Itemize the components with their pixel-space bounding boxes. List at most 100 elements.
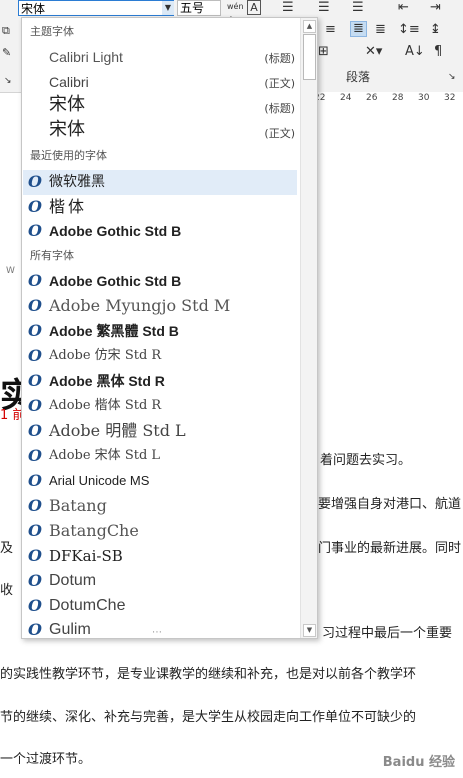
dropdown-scrollbar[interactable]: ▲ ▼ — [300, 18, 317, 638]
opentype-icon: O — [28, 446, 42, 465]
resize-grip-icon[interactable]: ⋯ — [152, 627, 163, 638]
font-item-arial-unicode[interactable]: O Arial Unicode MS — [23, 469, 297, 494]
opentype-icon: O — [28, 221, 42, 240]
font-item-dotum[interactable]: O Dotum — [23, 569, 297, 594]
character-border-icon[interactable]: A — [247, 0, 261, 15]
clipboard-launcher-icon[interactable]: ↘ — [4, 74, 12, 88]
font-item-adobe-heiti[interactable]: O Adobe 黑体 Std R — [23, 369, 297, 394]
bullet-list-icon[interactable]: ☰ — [282, 1, 294, 15]
numbered-list-icon[interactable]: ☰ — [318, 1, 330, 15]
opentype-icon: O — [28, 296, 42, 315]
opentype-icon: O — [28, 197, 42, 216]
opentype-icon: O — [28, 620, 42, 639]
font-item-label: Adobe Myungjo Std M — [49, 296, 231, 315]
font-item-adobe-mingti[interactable]: O Adobe 明體 Std L — [23, 419, 297, 444]
scroll-up-icon[interactable]: ▲ — [303, 20, 316, 33]
font-item-adobe-fangsong[interactable]: O Adobe 仿宋 Std R — [23, 344, 297, 369]
doc-line: 要增强自身对港口、航道 — [318, 497, 462, 512]
font-item-adobe-gothic-recent[interactable]: O Adobe Gothic Std B — [23, 219, 297, 244]
font-item-label: 微软雅黑 — [49, 174, 105, 190]
paragraph-group-label: 段落 — [346, 70, 371, 84]
font-item-calibri[interactable]: Calibri (正文) — [23, 70, 297, 95]
font-item-label: Dotum — [49, 572, 97, 589]
chevron-down-icon[interactable]: ▼ — [162, 1, 174, 15]
font-item-label: Adobe Gothic Std B — [49, 223, 182, 239]
section-header-recent: 最近使用的字体 — [30, 149, 107, 162]
font-item-label: Calibri — [49, 74, 89, 90]
scroll-thumb[interactable] — [303, 34, 316, 80]
dialog-launcher-icon[interactable]: ↘ — [448, 70, 456, 84]
show-marks-icon[interactable]: ¶ — [434, 45, 442, 59]
font-item-label: DFKai-SB — [49, 547, 123, 565]
font-item-calibri-light[interactable]: Calibri Light (标题) — [23, 45, 297, 70]
font-item-label: Adobe 繁黑體 Std B — [49, 323, 179, 339]
opentype-icon: O — [28, 546, 42, 565]
left-ribbon-strip: ⧉ ✎ ↘ — [0, 16, 18, 92]
asian-layout-icon[interactable]: ✕▾ — [365, 45, 382, 59]
opentype-icon: O — [28, 346, 42, 365]
doc-line: 收 — [0, 583, 14, 598]
font-item-songti-body[interactable]: 宋体 (正文) — [23, 120, 297, 145]
font-item-kaiti[interactable]: O 楷体 — [23, 195, 297, 220]
format-painter-icon[interactable]: ✎ — [2, 46, 11, 60]
section-header-theme: 主题字体 — [30, 25, 74, 38]
font-item-label: Adobe 楷体 Std R — [49, 398, 162, 413]
font-item-adobe-gothic[interactable]: O Adobe Gothic Std B — [23, 269, 297, 294]
font-item-tag: (标题) — [264, 102, 295, 115]
opentype-icon: O — [28, 421, 42, 440]
opentype-icon: O — [28, 371, 42, 390]
font-item-label: Calibri Light — [49, 49, 123, 65]
font-item-adobe-kaiti[interactable]: O Adobe 楷体 Std R — [23, 394, 297, 419]
doc-line: 习过程中最后一个重要 — [322, 626, 453, 641]
font-item-songti-heading[interactable]: 宋体 (标题) — [23, 95, 297, 120]
doc-line: 着问题去实习。 — [320, 453, 412, 468]
font-item-label: BatangChe — [49, 521, 139, 540]
opentype-icon: O — [28, 396, 42, 415]
sort-icon[interactable]: ↨ — [430, 23, 441, 37]
font-item-tag: (正文) — [264, 77, 295, 90]
font-item-tag: (正文) — [264, 127, 295, 140]
ruler-tick: 26 — [366, 93, 378, 103]
increase-indent-icon[interactable]: ⇥ — [430, 1, 441, 15]
font-item-adobe-fanheiti[interactable]: O Adobe 繁黑體 Std B — [23, 319, 297, 344]
borders-icon[interactable]: ⊞ — [318, 45, 329, 59]
scroll-down-icon[interactable]: ▼ — [303, 624, 316, 637]
font-item-adobe-songti[interactable]: O Adobe 宋体 Std L — [23, 444, 297, 469]
font-item-label: DotumChe — [49, 597, 126, 614]
font-item-label: Adobe Gothic Std B — [49, 273, 182, 289]
distributed-icon[interactable]: ≣ — [375, 23, 386, 37]
line-spacing-icon[interactable]: ↕≡ — [398, 23, 420, 37]
watermark-logo: Baidu 经验 — [382, 755, 455, 770]
font-item-dfkai-sb[interactable]: O DFKai-SB — [23, 544, 297, 569]
font-name-combobox[interactable]: 宋体 — [18, 0, 174, 16]
justify-icon[interactable]: ≣ — [350, 21, 367, 37]
page-edge-letter: W — [6, 266, 15, 276]
font-item-adobe-myungjo[interactable]: O Adobe Myungjo Std M — [23, 294, 297, 319]
font-size-combobox[interactable]: 五号 — [177, 0, 221, 16]
opentype-icon: O — [28, 321, 42, 340]
opentype-icon: O — [28, 571, 42, 590]
opentype-icon: O — [28, 172, 42, 191]
font-item-batang[interactable]: O Batang — [23, 494, 297, 519]
font-item-label: 宋体 — [49, 119, 85, 140]
sort-az-icon[interactable]: A↓ — [405, 45, 425, 59]
horizontal-ruler[interactable]: 22 24 26 28 30 32 — [300, 92, 463, 106]
ruler-tick: 28 — [392, 93, 404, 103]
copy-icon[interactable]: ⧉ — [2, 24, 10, 38]
font-dropdown[interactable]: 主题字体 Calibri Light (标题) Calibri (正文) 宋体 … — [21, 17, 318, 639]
align-center-icon[interactable]: ≡ — [325, 23, 336, 37]
decrease-indent-icon[interactable]: ⇤ — [398, 1, 409, 15]
doc-line: 节的继续、深化、补充与完善，是大学生从校园走向工作单位不可缺少的 — [0, 710, 417, 725]
font-item-label: Gulim — [49, 621, 91, 638]
opentype-icon: O — [28, 271, 42, 290]
font-item-batangche[interactable]: O BatangChe — [23, 519, 297, 544]
section-header-all: 所有字体 — [30, 249, 74, 262]
multilevel-list-icon[interactable]: ☰ — [352, 1, 364, 15]
font-item-microsoft-yahei[interactable]: O 微软雅黑 — [23, 170, 297, 195]
font-item-label: 楷体 — [49, 197, 88, 216]
font-item-label: Batang — [49, 496, 107, 515]
font-item-dotumche[interactable]: O DotumChe — [23, 594, 297, 619]
ruler-tick: 24 — [340, 93, 352, 103]
opentype-icon: O — [28, 496, 42, 515]
font-item-label: Adobe 黑体 Std R — [49, 373, 165, 389]
